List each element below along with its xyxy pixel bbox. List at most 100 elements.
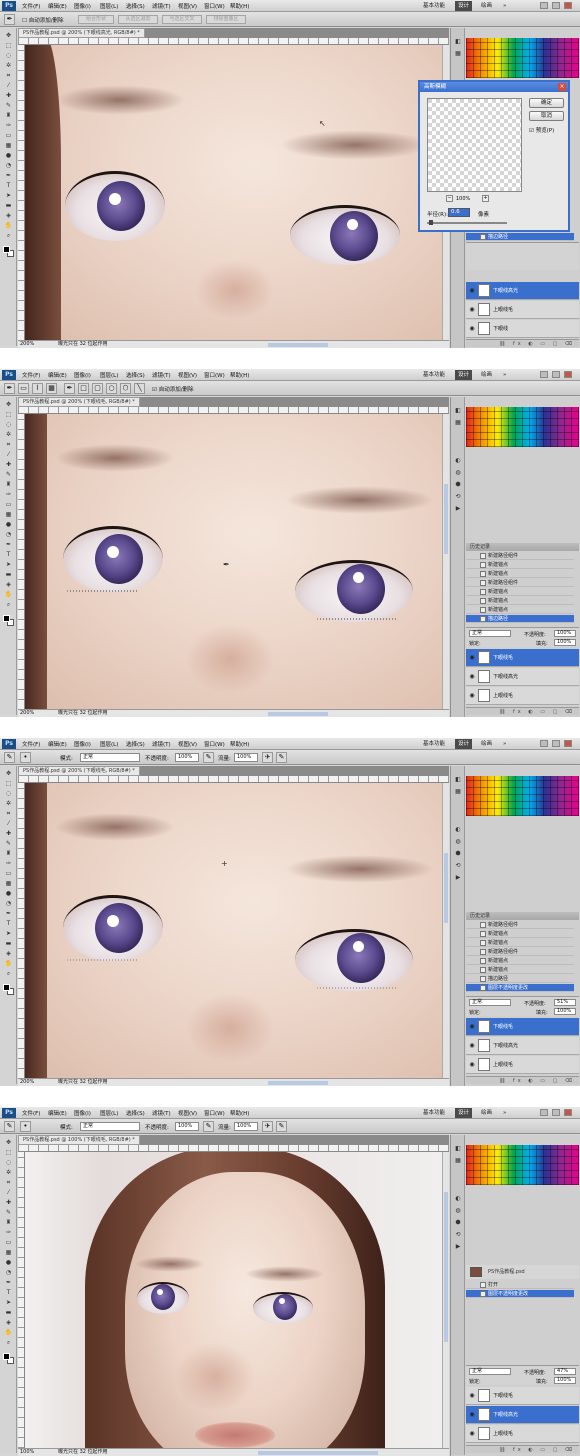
swatches-panel-icon[interactable]: ▦: [454, 1157, 462, 1164]
workspace-design[interactable]: 设计: [455, 1, 473, 11]
menu-select[interactable]: 选择(S): [126, 1109, 145, 1117]
cancel-button[interactable]: 取消: [529, 111, 564, 121]
dodge-tool-icon[interactable]: ◔: [3, 162, 14, 170]
menu-window[interactable]: 窗口(W): [204, 2, 225, 10]
menu-select[interactable]: 选择(S): [126, 2, 145, 10]
blur-tool-icon[interactable]: ●: [3, 1259, 14, 1267]
actions-panel-icon[interactable]: ▶: [454, 505, 462, 512]
3d-tool-icon[interactable]: ◈: [3, 581, 14, 589]
styles-panel-icon[interactable]: ⬢: [454, 1219, 462, 1226]
menu-file[interactable]: 文件(F): [22, 1109, 40, 1117]
vertical-scrollbar[interactable]: [442, 783, 449, 1079]
eraser-tool-icon[interactable]: ▭: [3, 1239, 14, 1247]
color-panel-icon[interactable]: ◧: [454, 1145, 462, 1152]
menu-layer[interactable]: 图层(L): [100, 371, 118, 379]
workspace-design[interactable]: 设计: [455, 370, 473, 380]
layer-row[interactable]: ◉ 下眼线: [466, 320, 579, 338]
brush-preset-icon[interactable]: •: [20, 1121, 31, 1132]
styles-panel-icon[interactable]: ⬢: [454, 481, 462, 488]
move-tool-icon[interactable]: ✥: [3, 1139, 14, 1147]
menu-filter[interactable]: 滤镜(T): [152, 2, 171, 10]
layer-row[interactable]: ◉ 上眼线毛: [466, 1056, 579, 1074]
subtract-button[interactable]: 从选区减去: [118, 15, 158, 24]
flow-input[interactable]: 100%: [234, 1122, 258, 1131]
menu-image[interactable]: 图像(I): [74, 740, 91, 748]
fill-input[interactable]: 100%: [554, 639, 576, 646]
adjustments-panel-icon[interactable]: ◐: [454, 826, 462, 833]
workspace-painting[interactable]: 绘画: [478, 1, 495, 11]
layers-footer-icons[interactable]: ⛓ fx ◐ ▭ ▢ ⌫: [466, 339, 579, 347]
history-item[interactable]: 新建锚点: [466, 957, 574, 965]
line-icon[interactable]: ╲: [134, 383, 145, 394]
move-tool-icon[interactable]: ✥: [3, 770, 14, 778]
shape-tool-icon[interactable]: ▬: [3, 1309, 14, 1317]
close-icon[interactable]: [564, 740, 572, 747]
paths-icon[interactable]: ⌇: [32, 383, 43, 394]
vertical-scrollbar[interactable]: [442, 414, 449, 710]
history-item[interactable]: 新建锚点: [466, 588, 574, 596]
eyedropper-tool-icon[interactable]: ⁄: [3, 1189, 14, 1197]
pen-tool-icon[interactable]: ✒: [4, 383, 15, 394]
visibility-eye-icon[interactable]: ◉: [468, 1430, 476, 1438]
layer-row[interactable]: ◉ 上眼线毛: [466, 1425, 579, 1443]
zoom-level[interactable]: 100%: [20, 1449, 34, 1456]
layer-row[interactable]: ◉ 下眼线高光: [466, 1406, 579, 1424]
polygon-icon[interactable]: ⬡: [120, 383, 131, 394]
opacity-input[interactable]: 51%: [554, 999, 576, 1006]
maximize-icon[interactable]: [552, 371, 560, 378]
path-select-icon[interactable]: ➤: [3, 930, 14, 938]
swatches-panel-icon[interactable]: ▦: [454, 419, 462, 426]
airbrush-icon[interactable]: ✈: [262, 1121, 273, 1132]
blur-tool-icon[interactable]: ●: [3, 521, 14, 529]
combine-shapes-button[interactable]: 组合形状: [78, 15, 114, 24]
healing-tool-icon[interactable]: ✚: [3, 1199, 14, 1207]
magic-wand-tool-icon[interactable]: ✲: [3, 800, 14, 808]
blend-mode-select[interactable]: 正常: [469, 630, 511, 637]
canvas[interactable]: ↖: [25, 45, 442, 341]
history-item[interactable]: 新建路径组件: [466, 948, 574, 956]
menu-file[interactable]: 文件(F): [22, 740, 40, 748]
history-brush-icon[interactable]: ✑: [3, 1229, 14, 1237]
rounded-rect-icon[interactable]: ▢: [92, 383, 103, 394]
menu-image[interactable]: 图像(I): [74, 1109, 91, 1117]
crop-tool-icon[interactable]: ⌗: [3, 72, 14, 80]
healing-tool-icon[interactable]: ✚: [3, 830, 14, 838]
menu-window[interactable]: 窗口(W): [204, 1109, 225, 1117]
stamp-tool-icon[interactable]: ♜: [3, 112, 14, 120]
lasso-tool-icon[interactable]: ◌: [3, 421, 14, 429]
workspace-basic[interactable]: 基本功能: [420, 1, 448, 11]
airbrush-icon[interactable]: ✈: [262, 752, 273, 763]
blend-mode-select[interactable]: 正常: [469, 999, 511, 1006]
hand-tool-icon[interactable]: ✋: [3, 960, 14, 968]
workspace-painting[interactable]: 绘画: [478, 1108, 495, 1118]
layer-row[interactable]: ◉ 下眼线毛: [466, 1387, 579, 1405]
document-tab[interactable]: PS作品教程.psd @ 200% (下眼线毛, RGB/8#) *: [18, 397, 140, 407]
menu-edit[interactable]: 编辑(E): [48, 371, 67, 379]
vertical-scrollbar[interactable]: [442, 1152, 449, 1448]
layer-row[interactable]: ◉ 下眼线高光: [466, 1037, 579, 1055]
blend-mode-select[interactable]: 正常: [469, 1368, 511, 1375]
brush-tool-icon[interactable]: ✎: [3, 102, 14, 110]
history-item[interactable]: 新建锚点: [466, 597, 574, 605]
menu-view[interactable]: 视图(V): [178, 371, 197, 379]
visibility-eye-icon[interactable]: ◉: [468, 654, 476, 662]
eraser-tool-icon[interactable]: ▭: [3, 870, 14, 878]
adjustments-panel-icon[interactable]: ◐: [454, 457, 462, 464]
dodge-tool-icon[interactable]: ◔: [3, 531, 14, 539]
menu-help[interactable]: 帮助(H): [230, 740, 249, 748]
crop-tool-icon[interactable]: ⌗: [3, 441, 14, 449]
history-item[interactable]: 描边路径: [466, 615, 574, 623]
zoom-level[interactable]: 200%: [20, 710, 34, 717]
menu-layer[interactable]: 图层(L): [100, 2, 118, 10]
history-brush-icon[interactable]: ✑: [3, 122, 14, 130]
visibility-eye-icon[interactable]: ◉: [468, 1061, 476, 1069]
pressure-size-icon[interactable]: ✎: [276, 1121, 287, 1132]
menu-image[interactable]: 图像(I): [74, 2, 91, 10]
canvas[interactable]: +: [25, 783, 442, 1079]
history-item[interactable]: 新建锚点: [466, 930, 574, 938]
visibility-eye-icon[interactable]: ◉: [468, 673, 476, 681]
ellipse-icon[interactable]: ○: [106, 383, 117, 394]
gradient-tool-icon[interactable]: ▦: [3, 511, 14, 519]
swatches-grid[interactable]: [466, 776, 579, 816]
foreground-color-swatch[interactable]: [3, 984, 10, 991]
